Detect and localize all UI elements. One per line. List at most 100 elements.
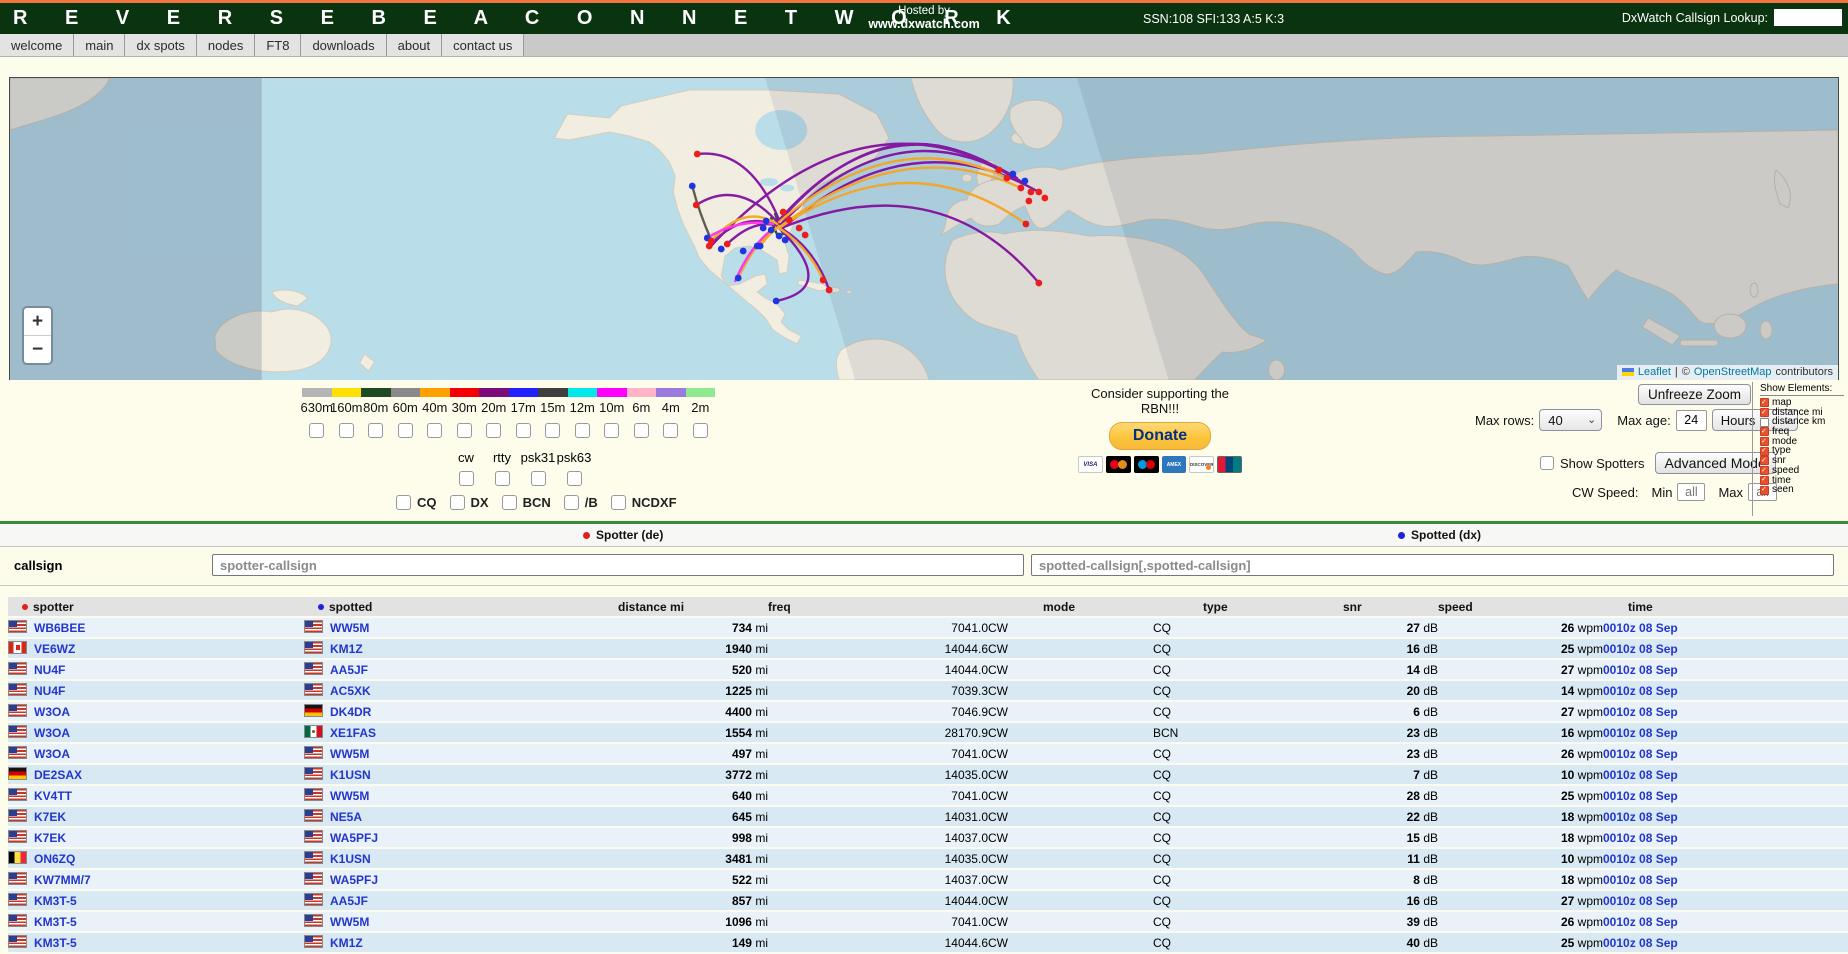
band-checkbox[interactable] — [368, 423, 383, 438]
callsign-lookup-input[interactable] — [1774, 9, 1842, 26]
band-checkbox[interactable] — [457, 423, 472, 438]
max-rows-select[interactable]: 40⌄ — [1539, 409, 1602, 431]
show-element-checkbox[interactable] — [1760, 408, 1769, 417]
col-header-spotter[interactable]: spotter — [8, 597, 304, 617]
zoom-out-button[interactable]: − — [24, 336, 51, 363]
col-header-spotted[interactable]: spotted — [304, 597, 618, 617]
col-header-speed[interactable]: speed — [1438, 597, 1603, 617]
max-age-input[interactable] — [1676, 410, 1707, 431]
band-checkbox[interactable] — [309, 423, 324, 438]
time-link[interactable]: 0010z 08 Sep — [1603, 873, 1678, 887]
time-link[interactable]: 0010z 08 Sep — [1603, 705, 1678, 719]
time-link[interactable]: 0010z 08 Sep — [1603, 684, 1678, 698]
spotter-callsign-link[interactable]: NU4F — [34, 663, 65, 677]
spotter-callsign-link[interactable]: NU4F — [34, 684, 65, 698]
band-checkbox[interactable] — [516, 423, 531, 438]
show-element-checkbox[interactable] — [1760, 486, 1769, 495]
show-element-checkbox[interactable] — [1760, 476, 1769, 485]
show-element-checkbox[interactable] — [1760, 398, 1769, 407]
spotted-callsign-link[interactable]: WA5PFJ — [330, 873, 378, 887]
band-checkbox[interactable] — [486, 423, 501, 438]
time-link[interactable]: 0010z 08 Sep — [1603, 642, 1678, 656]
band-checkbox[interactable] — [575, 423, 590, 438]
band-checkbox[interactable] — [398, 423, 413, 438]
time-link[interactable]: 0010z 08 Sep — [1603, 810, 1678, 824]
nav-item[interactable]: contact us — [442, 34, 524, 56]
spotted-callsign-link[interactable]: WA5PFJ — [330, 831, 378, 845]
spotted-callsign-link[interactable]: AA5JF — [330, 894, 368, 908]
nav-item[interactable]: dx spots — [125, 34, 196, 56]
spotter-callsign-link[interactable]: VE6WZ — [34, 642, 75, 656]
nav-item[interactable]: about — [387, 34, 443, 56]
spotter-callsign-link[interactable]: WB6BEE — [34, 621, 85, 635]
mode-checkbox[interactable] — [531, 471, 546, 486]
time-link[interactable]: 0010z 08 Sep — [1603, 789, 1678, 803]
spotter-callsign-link[interactable]: KM3T-5 — [34, 894, 77, 908]
spotter-callsign-link[interactable]: ON6ZQ — [34, 852, 75, 866]
spotted-callsign-link[interactable]: XE1FAS — [330, 726, 376, 740]
spotter-callsign-link[interactable]: KV4TT — [34, 789, 72, 803]
advanced-mode-button[interactable]: Advanced Mode — [1655, 452, 1776, 474]
hosted-by-url[interactable]: www.dxwatch.com — [0, 18, 1848, 31]
col-header-mode[interactable]: mode — [988, 597, 1153, 617]
show-element-checkbox[interactable] — [1760, 466, 1769, 475]
time-link[interactable]: 0010z 08 Sep — [1603, 768, 1678, 782]
spotter-callsign-link[interactable]: W3OA — [34, 705, 70, 719]
band-checkbox[interactable] — [693, 423, 708, 438]
show-element-checkbox[interactable] — [1760, 437, 1769, 446]
col-header-distance[interactable]: distance mi — [618, 597, 768, 617]
type-checkbox[interactable] — [450, 495, 465, 510]
mode-checkbox[interactable] — [567, 471, 582, 486]
time-link[interactable]: 0010z 08 Sep — [1603, 726, 1678, 740]
col-header-snr[interactable]: snr — [1343, 597, 1438, 617]
nav-item[interactable]: welcome — [0, 34, 74, 56]
spotter-callsign-link[interactable]: KM3T-5 — [34, 915, 77, 929]
spotter-callsign-input[interactable] — [212, 554, 1024, 576]
nav-item[interactable]: nodes — [197, 34, 255, 56]
type-checkbox[interactable] — [564, 495, 579, 510]
time-link[interactable]: 0010z 08 Sep — [1603, 852, 1678, 866]
osm-link[interactable]: OpenStreetMap — [1694, 366, 1772, 378]
band-checkbox[interactable] — [545, 423, 560, 438]
show-element-checkbox[interactable] — [1760, 447, 1769, 456]
unfreeze-zoom-button[interactable]: Unfreeze Zoom — [1638, 384, 1751, 405]
time-link[interactable]: 0010z 08 Sep — [1603, 915, 1678, 929]
spotted-callsign-link[interactable]: DK4DR — [330, 705, 371, 719]
show-spotters-checkbox[interactable] — [1540, 456, 1554, 470]
spotted-callsign-link[interactable]: AA5JF — [330, 663, 368, 677]
nav-item[interactable]: downloads — [301, 34, 386, 56]
donate-button[interactable]: Donate — [1109, 422, 1211, 450]
spotter-callsign-link[interactable]: K7EK — [34, 831, 66, 845]
col-header-freq[interactable]: freq — [768, 597, 988, 617]
spotter-callsign-link[interactable]: W3OA — [34, 726, 70, 740]
spotted-callsign-link[interactable]: WW5M — [330, 747, 369, 761]
spotter-callsign-link[interactable]: KM3T-5 — [34, 936, 77, 950]
type-checkbox[interactable] — [396, 495, 411, 510]
band-checkbox[interactable] — [339, 423, 354, 438]
nav-item[interactable]: FT8 — [255, 34, 301, 56]
band-checkbox[interactable] — [663, 423, 678, 438]
spotter-callsign-link[interactable]: KW7MM/7 — [34, 873, 91, 887]
band-checkbox[interactable] — [427, 423, 442, 438]
time-link[interactable]: 0010z 08 Sep — [1603, 936, 1678, 950]
leaflet-link[interactable]: Leaflet — [1638, 366, 1671, 378]
spotted-callsign-link[interactable]: AC5XK — [330, 684, 371, 698]
spotter-callsign-link[interactable]: W3OA — [34, 747, 70, 761]
spotted-callsign-link[interactable]: WW5M — [330, 789, 369, 803]
spotted-callsign-link[interactable]: KM1Z — [330, 936, 363, 950]
type-checkbox[interactable] — [502, 495, 517, 510]
show-element-checkbox[interactable] — [1760, 418, 1769, 427]
band-checkbox[interactable] — [634, 423, 649, 438]
spotted-callsign-link[interactable]: K1USN — [330, 768, 371, 782]
spotted-callsign-input[interactable] — [1031, 554, 1834, 576]
col-header-type[interactable]: type — [1153, 597, 1343, 617]
mode-checkbox[interactable] — [459, 471, 474, 486]
zoom-in-button[interactable]: + — [24, 308, 51, 336]
show-element-checkbox[interactable] — [1760, 456, 1769, 465]
cw-speed-min-input[interactable] — [1677, 483, 1705, 501]
spotted-callsign-link[interactable]: KM1Z — [330, 642, 363, 656]
spotted-callsign-link[interactable]: NE5A — [330, 810, 362, 824]
type-checkbox[interactable] — [611, 495, 626, 510]
time-link[interactable]: 0010z 08 Sep — [1603, 831, 1678, 845]
spotted-callsign-link[interactable]: WW5M — [330, 621, 369, 635]
